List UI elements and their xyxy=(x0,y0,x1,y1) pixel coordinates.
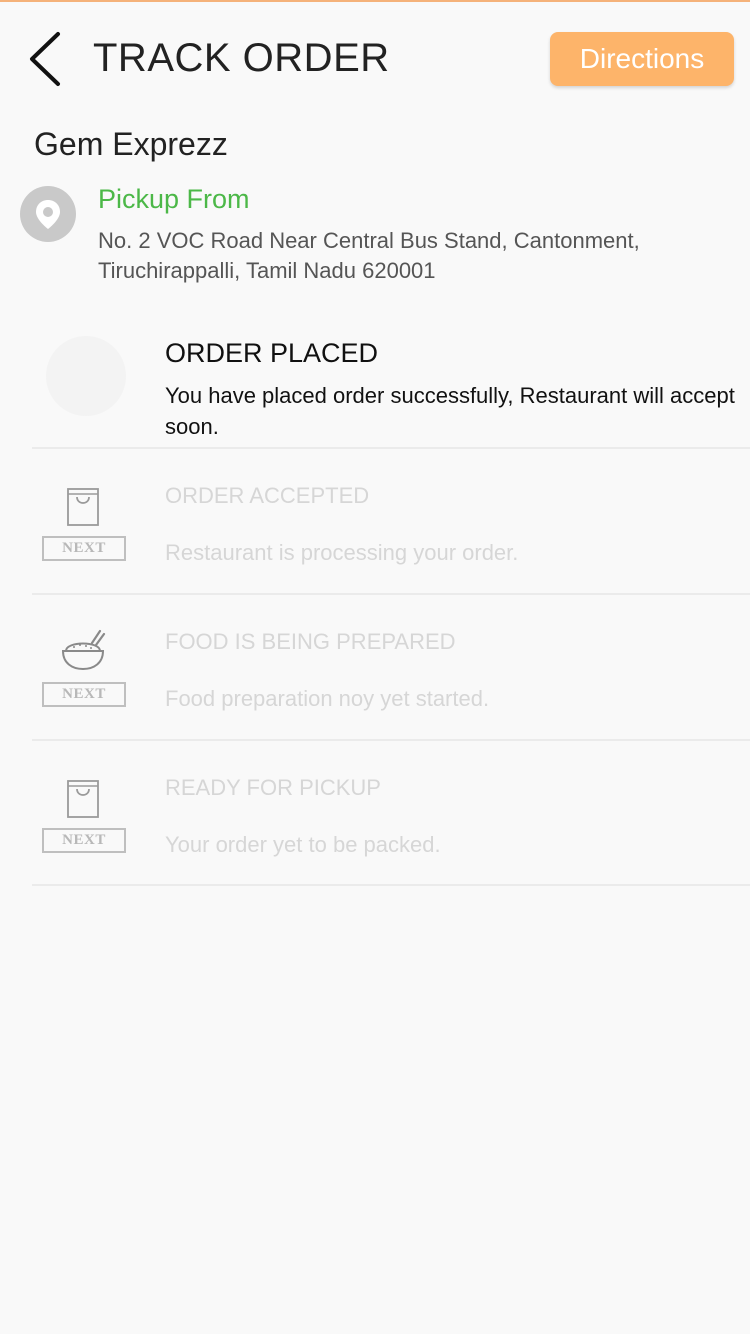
step-food-preparing: NEXT FOOD IS BEING PREPARED Food prepara… xyxy=(32,595,750,739)
divider xyxy=(32,884,750,886)
step-title: ORDER PLACED xyxy=(165,338,379,368)
shopping-bag-icon xyxy=(67,780,99,818)
location-pin-icon xyxy=(36,200,60,229)
chevron-left-icon xyxy=(30,32,60,86)
step-order-accepted: NEXT ORDER ACCEPTED Restaurant is proces… xyxy=(32,449,750,593)
next-badge: NEXT xyxy=(42,682,126,707)
food-bowl-icon xyxy=(61,629,106,671)
step-description: Restaurant is processing your order. xyxy=(165,540,519,565)
step-title: READY FOR PICKUP xyxy=(165,775,381,800)
step-description: Your order yet to be packed. xyxy=(165,832,441,857)
next-badge: NEXT xyxy=(42,536,126,561)
step-ready-for-pickup: NEXT READY FOR PICKUP Your order yet to … xyxy=(32,741,750,885)
pickup-address: No. 2 VOC Road Near Central Bus Stand, C… xyxy=(98,228,640,283)
back-button[interactable] xyxy=(22,30,68,88)
app-header: TRACK ORDER Directions xyxy=(0,2,750,112)
shopping-bag-icon xyxy=(67,488,99,526)
step-order-placed: ORDER PLACED You have placed order succe… xyxy=(32,336,750,448)
restaurant-name: Gem Exprezz xyxy=(34,126,228,162)
directions-button[interactable]: Directions xyxy=(550,32,734,86)
status-indicator xyxy=(46,336,126,416)
page-title: TRACK ORDER xyxy=(93,36,390,80)
next-badge: NEXT xyxy=(42,828,126,853)
step-title: FOOD IS BEING PREPARED xyxy=(165,629,456,654)
step-title: ORDER ACCEPTED xyxy=(165,483,370,508)
pickup-label: Pickup From xyxy=(98,184,250,214)
step-description: Food preparation noy yet started. xyxy=(165,686,490,711)
step-description: You have placed order successfully, Rest… xyxy=(165,383,735,439)
location-pin-badge xyxy=(20,186,76,242)
